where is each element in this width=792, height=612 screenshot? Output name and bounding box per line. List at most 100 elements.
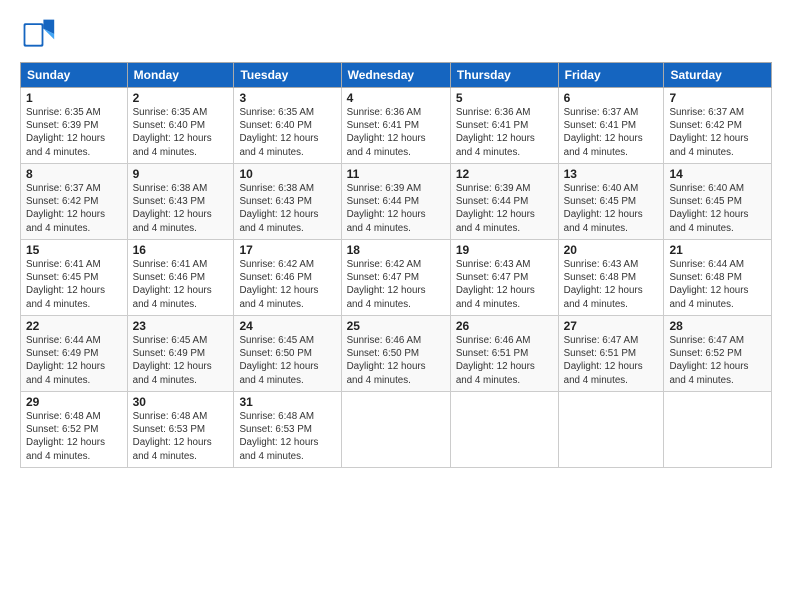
header — [20, 16, 772, 52]
day-cell-12: 12Sunrise: 6:39 AM Sunset: 6:44 PM Dayli… — [450, 164, 558, 240]
day-cell-30: 30Sunrise: 6:48 AM Sunset: 6:53 PM Dayli… — [127, 392, 234, 468]
day-cell-26: 26Sunrise: 6:46 AM Sunset: 6:51 PM Dayli… — [450, 316, 558, 392]
day-info: Sunrise: 6:46 AM Sunset: 6:51 PM Dayligh… — [456, 334, 553, 387]
day-info: Sunrise: 6:46 AM Sunset: 6:50 PM Dayligh… — [347, 334, 445, 387]
day-info: Sunrise: 6:41 AM Sunset: 6:45 PM Dayligh… — [26, 258, 122, 311]
day-info: Sunrise: 6:45 AM Sunset: 6:49 PM Dayligh… — [133, 334, 229, 387]
day-number: 23 — [133, 319, 229, 333]
day-cell-22: 22Sunrise: 6:44 AM Sunset: 6:49 PM Dayli… — [21, 316, 128, 392]
day-header-friday: Friday — [558, 63, 664, 88]
logo-icon — [20, 16, 56, 52]
day-cell-14: 14Sunrise: 6:40 AM Sunset: 6:45 PM Dayli… — [664, 164, 772, 240]
day-info: Sunrise: 6:42 AM Sunset: 6:47 PM Dayligh… — [347, 258, 445, 311]
day-number: 28 — [669, 319, 766, 333]
day-number: 1 — [26, 91, 122, 105]
calendar-header: SundayMondayTuesdayWednesdayThursdayFrid… — [21, 63, 772, 88]
day-number: 17 — [239, 243, 335, 257]
day-info: Sunrise: 6:40 AM Sunset: 6:45 PM Dayligh… — [669, 182, 766, 235]
day-info: Sunrise: 6:43 AM Sunset: 6:48 PM Dayligh… — [564, 258, 659, 311]
day-header-saturday: Saturday — [664, 63, 772, 88]
day-info: Sunrise: 6:48 AM Sunset: 6:53 PM Dayligh… — [239, 410, 335, 463]
day-cell-15: 15Sunrise: 6:41 AM Sunset: 6:45 PM Dayli… — [21, 240, 128, 316]
day-header-monday: Monday — [127, 63, 234, 88]
day-number: 21 — [669, 243, 766, 257]
day-header-thursday: Thursday — [450, 63, 558, 88]
week-row-3: 15Sunrise: 6:41 AM Sunset: 6:45 PM Dayli… — [21, 240, 772, 316]
day-info: Sunrise: 6:44 AM Sunset: 6:49 PM Dayligh… — [26, 334, 122, 387]
day-number: 25 — [347, 319, 445, 333]
empty-cell — [664, 392, 772, 468]
day-number: 19 — [456, 243, 553, 257]
day-header-wednesday: Wednesday — [341, 63, 450, 88]
day-number: 14 — [669, 167, 766, 181]
calendar: SundayMondayTuesdayWednesdayThursdayFrid… — [20, 62, 772, 468]
day-info: Sunrise: 6:41 AM Sunset: 6:46 PM Dayligh… — [133, 258, 229, 311]
day-number: 31 — [239, 395, 335, 409]
day-header-sunday: Sunday — [21, 63, 128, 88]
day-cell-20: 20Sunrise: 6:43 AM Sunset: 6:48 PM Dayli… — [558, 240, 664, 316]
day-info: Sunrise: 6:44 AM Sunset: 6:48 PM Dayligh… — [669, 258, 766, 311]
day-info: Sunrise: 6:36 AM Sunset: 6:41 PM Dayligh… — [456, 106, 553, 159]
day-cell-16: 16Sunrise: 6:41 AM Sunset: 6:46 PM Dayli… — [127, 240, 234, 316]
day-number: 20 — [564, 243, 659, 257]
day-number: 27 — [564, 319, 659, 333]
calendar-body: 1Sunrise: 6:35 AM Sunset: 6:39 PM Daylig… — [21, 88, 772, 468]
day-number: 5 — [456, 91, 553, 105]
day-number: 12 — [456, 167, 553, 181]
empty-cell — [341, 392, 450, 468]
day-number: 9 — [133, 167, 229, 181]
day-cell-3: 3Sunrise: 6:35 AM Sunset: 6:40 PM Daylig… — [234, 88, 341, 164]
day-cell-29: 29Sunrise: 6:48 AM Sunset: 6:52 PM Dayli… — [21, 392, 128, 468]
day-info: Sunrise: 6:45 AM Sunset: 6:50 PM Dayligh… — [239, 334, 335, 387]
day-info: Sunrise: 6:37 AM Sunset: 6:42 PM Dayligh… — [26, 182, 122, 235]
day-cell-28: 28Sunrise: 6:47 AM Sunset: 6:52 PM Dayli… — [664, 316, 772, 392]
week-row-1: 1Sunrise: 6:35 AM Sunset: 6:39 PM Daylig… — [21, 88, 772, 164]
day-header-tuesday: Tuesday — [234, 63, 341, 88]
day-number: 10 — [239, 167, 335, 181]
day-info: Sunrise: 6:39 AM Sunset: 6:44 PM Dayligh… — [456, 182, 553, 235]
day-number: 13 — [564, 167, 659, 181]
day-info: Sunrise: 6:36 AM Sunset: 6:41 PM Dayligh… — [347, 106, 445, 159]
empty-cell — [558, 392, 664, 468]
day-cell-13: 13Sunrise: 6:40 AM Sunset: 6:45 PM Dayli… — [558, 164, 664, 240]
day-number: 22 — [26, 319, 122, 333]
day-cell-21: 21Sunrise: 6:44 AM Sunset: 6:48 PM Dayli… — [664, 240, 772, 316]
day-cell-9: 9Sunrise: 6:38 AM Sunset: 6:43 PM Daylig… — [127, 164, 234, 240]
day-number: 3 — [239, 91, 335, 105]
day-cell-27: 27Sunrise: 6:47 AM Sunset: 6:51 PM Dayli… — [558, 316, 664, 392]
day-cell-7: 7Sunrise: 6:37 AM Sunset: 6:42 PM Daylig… — [664, 88, 772, 164]
day-info: Sunrise: 6:47 AM Sunset: 6:52 PM Dayligh… — [669, 334, 766, 387]
day-number: 4 — [347, 91, 445, 105]
day-info: Sunrise: 6:38 AM Sunset: 6:43 PM Dayligh… — [239, 182, 335, 235]
day-cell-10: 10Sunrise: 6:38 AM Sunset: 6:43 PM Dayli… — [234, 164, 341, 240]
day-cell-19: 19Sunrise: 6:43 AM Sunset: 6:47 PM Dayli… — [450, 240, 558, 316]
day-cell-11: 11Sunrise: 6:39 AM Sunset: 6:44 PM Dayli… — [341, 164, 450, 240]
day-cell-24: 24Sunrise: 6:45 AM Sunset: 6:50 PM Dayli… — [234, 316, 341, 392]
day-cell-23: 23Sunrise: 6:45 AM Sunset: 6:49 PM Dayli… — [127, 316, 234, 392]
day-info: Sunrise: 6:47 AM Sunset: 6:51 PM Dayligh… — [564, 334, 659, 387]
day-info: Sunrise: 6:37 AM Sunset: 6:41 PM Dayligh… — [564, 106, 659, 159]
day-cell-18: 18Sunrise: 6:42 AM Sunset: 6:47 PM Dayli… — [341, 240, 450, 316]
day-info: Sunrise: 6:35 AM Sunset: 6:40 PM Dayligh… — [239, 106, 335, 159]
day-cell-4: 4Sunrise: 6:36 AM Sunset: 6:41 PM Daylig… — [341, 88, 450, 164]
day-cell-6: 6Sunrise: 6:37 AM Sunset: 6:41 PM Daylig… — [558, 88, 664, 164]
day-number: 16 — [133, 243, 229, 257]
day-cell-2: 2Sunrise: 6:35 AM Sunset: 6:40 PM Daylig… — [127, 88, 234, 164]
day-info: Sunrise: 6:38 AM Sunset: 6:43 PM Dayligh… — [133, 182, 229, 235]
day-number: 24 — [239, 319, 335, 333]
week-row-5: 29Sunrise: 6:48 AM Sunset: 6:52 PM Dayli… — [21, 392, 772, 468]
day-info: Sunrise: 6:43 AM Sunset: 6:47 PM Dayligh… — [456, 258, 553, 311]
day-number: 11 — [347, 167, 445, 181]
day-cell-25: 25Sunrise: 6:46 AM Sunset: 6:50 PM Dayli… — [341, 316, 450, 392]
day-number: 15 — [26, 243, 122, 257]
day-cell-1: 1Sunrise: 6:35 AM Sunset: 6:39 PM Daylig… — [21, 88, 128, 164]
day-number: 6 — [564, 91, 659, 105]
day-info: Sunrise: 6:42 AM Sunset: 6:46 PM Dayligh… — [239, 258, 335, 311]
empty-cell — [450, 392, 558, 468]
day-number: 2 — [133, 91, 229, 105]
day-number: 29 — [26, 395, 122, 409]
logo — [20, 16, 60, 52]
day-info: Sunrise: 6:39 AM Sunset: 6:44 PM Dayligh… — [347, 182, 445, 235]
day-number: 30 — [133, 395, 229, 409]
day-cell-8: 8Sunrise: 6:37 AM Sunset: 6:42 PM Daylig… — [21, 164, 128, 240]
